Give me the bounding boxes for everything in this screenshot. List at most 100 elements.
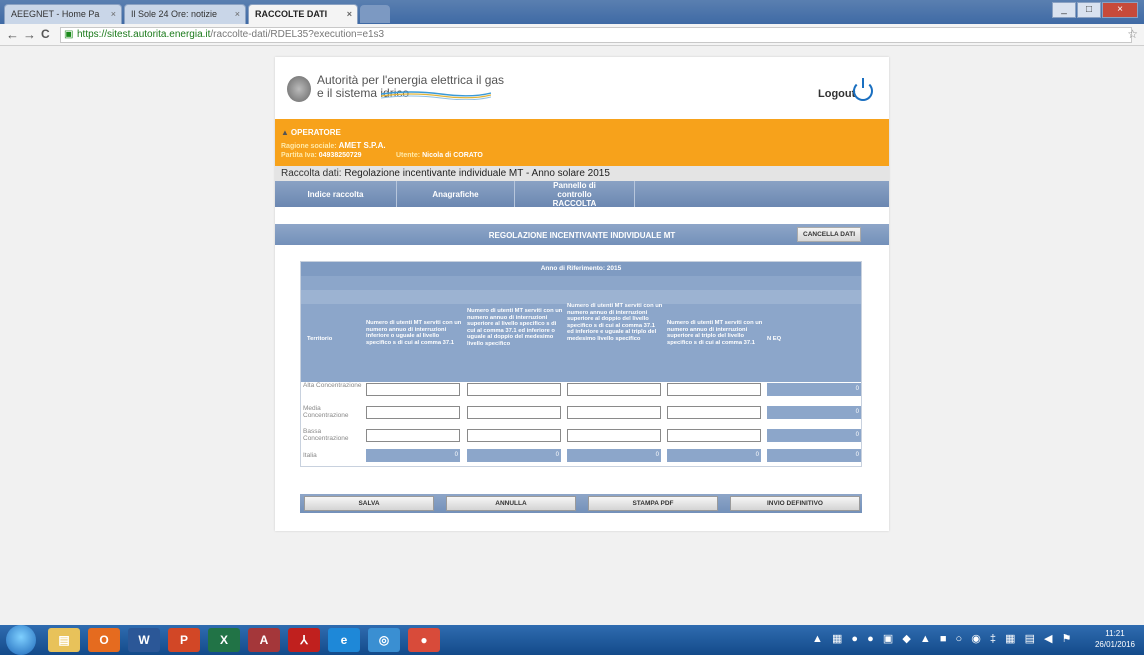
- tray-icon[interactable]: ◆: [902, 633, 913, 645]
- action-bar: SALVA ANNULLA STAMPA PDF INVIO DEFINITIV…: [300, 494, 862, 513]
- window-close-icon[interactable]: ×: [1102, 2, 1138, 18]
- url-path: /raccolte-dati/RDEL35?execution=e1s3: [210, 29, 385, 40]
- back-icon[interactable]: ←: [6, 27, 19, 42]
- tab-label: Il Sole 24 Ore: notizie: [131, 9, 218, 19]
- close-icon[interactable]: ×: [347, 9, 352, 19]
- input-bassa-col1[interactable]: [366, 429, 460, 442]
- acrobat-icon[interactable]: ⅄: [288, 628, 320, 652]
- power-icon[interactable]: [853, 78, 873, 101]
- tab-aeegnet[interactable]: AEEGNET - Home Pa ×: [4, 4, 122, 24]
- input-bassa-col3[interactable]: [567, 429, 661, 442]
- clock-date: 26/01/2016: [1094, 640, 1136, 649]
- tray-icon[interactable]: ▦: [832, 633, 845, 645]
- input-media-col4[interactable]: [667, 406, 761, 419]
- partita-iva-row: Partita Iva: 04938250729: [281, 152, 362, 159]
- maximize-icon[interactable]: □: [1077, 2, 1101, 18]
- tray-icon[interactable]: ▦: [1005, 633, 1018, 645]
- section-header: REGOLAZIONE INCENTIVANTE INDIVIDUALE MT …: [275, 224, 889, 245]
- reload-icon[interactable]: C: [41, 27, 50, 41]
- ie-icon[interactable]: e: [328, 628, 360, 652]
- input-alta-col2[interactable]: [467, 383, 561, 396]
- tray-icon[interactable]: ■: [940, 633, 950, 645]
- cancel-data-button[interactable]: CANCELLA DATI: [797, 227, 861, 242]
- access-icon[interactable]: A: [248, 628, 280, 652]
- input-bassa-col2[interactable]: [467, 429, 561, 442]
- row-label-italia: Italia: [303, 452, 317, 459]
- menu-anagrafiche[interactable]: Anagrafiche: [397, 181, 515, 207]
- clock-time: 11:21: [1105, 629, 1125, 638]
- input-media-col1[interactable]: [366, 406, 460, 419]
- browser-tab-bar: AEEGNET - Home Pa × Il Sole 24 Ore: noti…: [0, 0, 1144, 24]
- total-col4: 0: [667, 449, 761, 462]
- input-alta-col3[interactable]: [567, 383, 661, 396]
- utente-row: Utente: Nicola di CORATO: [396, 152, 483, 159]
- page-container: Autorità per l'energia elettrica il gas …: [275, 57, 889, 531]
- tab-label: RACCOLTE DATI: [255, 9, 328, 19]
- system-tray: ▲ ▦ ● ● ▣ ◆ ▲ ■ ○ ◉ ‡ ▦ ▤ ◀ ⚑: [812, 632, 1074, 645]
- tab-label: AEEGNET - Home Pa: [11, 9, 100, 19]
- powerpoint-icon[interactable]: P: [168, 628, 200, 652]
- tray-icon[interactable]: ‡: [990, 633, 999, 645]
- lock-icon: ▣: [64, 29, 74, 40]
- chrome-icon[interactable]: ●: [408, 628, 440, 652]
- row-label-media: Media Concentrazione: [303, 405, 349, 419]
- forward-icon[interactable]: →: [23, 27, 36, 42]
- raccolta-bar: Raccolta dati: Regolazione incentivante …: [275, 166, 889, 181]
- header-col2: Numero di utenti MT serviti con un numer…: [467, 308, 563, 347]
- table-stripe: [301, 276, 861, 290]
- total-col1: 0: [366, 449, 460, 462]
- main-menu: Indice raccolta Anagrafiche Pannello di …: [275, 181, 889, 208]
- ragione-sociale-label: Ragione sociale:: [281, 143, 337, 150]
- save-button[interactable]: SALVA: [304, 496, 434, 511]
- word-icon[interactable]: W: [128, 628, 160, 652]
- bookmark-star-icon[interactable]: ☆: [1127, 27, 1138, 41]
- logo-waves-icon: [381, 91, 491, 100]
- neq-alta: 0: [767, 383, 861, 396]
- excel-icon[interactable]: X: [208, 628, 240, 652]
- input-media-col3[interactable]: [567, 406, 661, 419]
- row-label-bassa: Bassa Concentrazione: [303, 428, 349, 442]
- header-neq: N EQ: [767, 336, 782, 342]
- tray-icon[interactable]: ●: [851, 633, 861, 645]
- menu-indice-raccolta[interactable]: Indice raccolta: [275, 181, 397, 207]
- outlook-icon[interactable]: O: [88, 628, 120, 652]
- anno-riferimento: Anno di Riferimento: 2015: [301, 262, 861, 276]
- close-icon[interactable]: ×: [235, 9, 240, 19]
- input-alta-col1[interactable]: [366, 383, 460, 396]
- emblem-icon: [287, 76, 311, 102]
- tab-sole24ore[interactable]: Il Sole 24 Ore: notizie ×: [124, 4, 246, 24]
- neq-bassa: 0: [767, 429, 861, 442]
- tray-icon[interactable]: ●: [867, 633, 877, 645]
- app-icon[interactable]: ◎: [368, 628, 400, 652]
- tray-icon[interactable]: ▲: [920, 633, 934, 645]
- ragione-sociale-row: Ragione sociale: AMET S.P.A.: [281, 141, 386, 150]
- submit-final-button[interactable]: INVIO DEFINITIVO: [730, 496, 860, 511]
- print-pdf-button[interactable]: STAMPA PDF: [588, 496, 718, 511]
- tray-icon[interactable]: ▣: [883, 633, 896, 645]
- ragione-sociale-value: AMET S.P.A.: [338, 141, 386, 150]
- logout-link[interactable]: Logout: [818, 88, 855, 100]
- tab-raccolte-dati[interactable]: RACCOLTE DATI ×: [248, 4, 358, 24]
- input-alta-col4[interactable]: [667, 383, 761, 396]
- new-tab-button[interactable]: [360, 5, 390, 23]
- menu-pannello-controllo[interactable]: Pannello di controllo RACCOLTA: [515, 181, 635, 208]
- minimize-icon[interactable]: _: [1052, 2, 1076, 18]
- tray-icon[interactable]: ▲: [812, 633, 826, 645]
- flag-icon[interactable]: ⚑: [1062, 633, 1075, 645]
- tray-icon[interactable]: ◉: [971, 633, 984, 645]
- cancel-button[interactable]: ANNULLA: [446, 496, 576, 511]
- header-col1: Numero di utenti MT serviti con un numer…: [366, 320, 462, 346]
- header-col3: Numero di utenti MT serviti con un numer…: [567, 303, 663, 342]
- url-field[interactable]: ▣ https://sitest.autorita.energia.it/rac…: [60, 27, 1132, 43]
- utente-value: Nicola di CORATO: [422, 152, 483, 159]
- tray-icon[interactable]: ○: [956, 633, 966, 645]
- volume-icon[interactable]: ◀: [1044, 633, 1055, 645]
- explorer-icon[interactable]: ▤: [48, 628, 80, 652]
- window-controls: _ □ ×: [1051, 2, 1138, 18]
- input-bassa-col4[interactable]: [667, 429, 761, 442]
- tray-icon[interactable]: ▤: [1025, 633, 1038, 645]
- input-media-col2[interactable]: [467, 406, 561, 419]
- clock[interactable]: 11:21 26/01/2016: [1090, 628, 1140, 650]
- close-icon[interactable]: ×: [111, 9, 116, 19]
- start-button[interactable]: [6, 625, 36, 655]
